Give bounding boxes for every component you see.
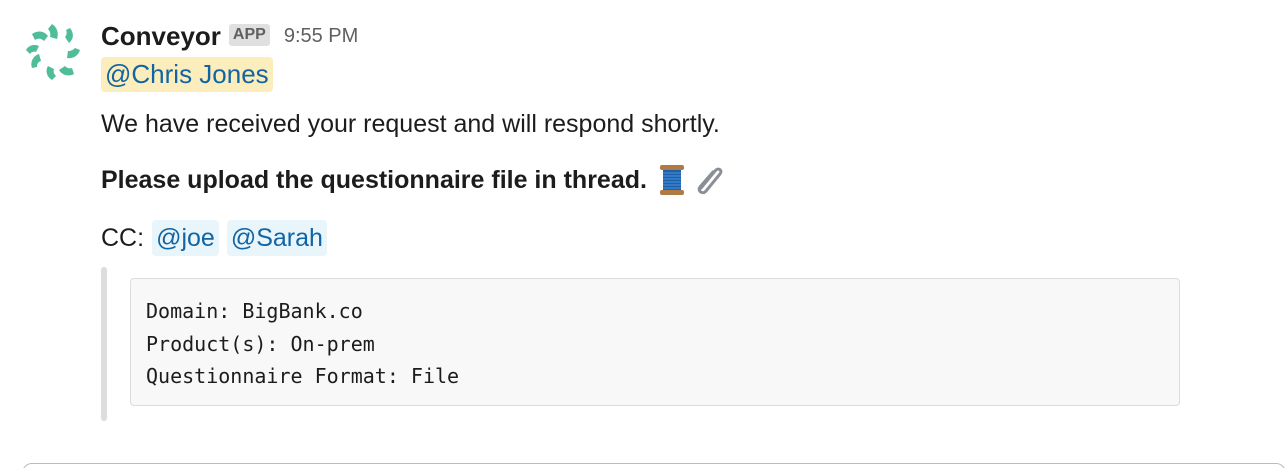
message-content: Conveyor APP 9:55 PM @Chris Jones We hav… xyxy=(101,16,1251,421)
message-text-received: We have received your request and will r… xyxy=(101,110,720,138)
mention-sarah[interactable]: @Sarah xyxy=(226,220,327,256)
cc-line: CC: @joe @Sarah xyxy=(101,220,1251,256)
message-timestamp[interactable]: 9:55 PM xyxy=(284,25,358,48)
code-line-products: Product(s): On-prem xyxy=(146,331,375,356)
code-line-domain: Domain: BigBank.co xyxy=(146,299,363,323)
mention-joe[interactable]: @joe xyxy=(152,220,219,256)
conveyor-logo-avatar[interactable] xyxy=(22,20,88,86)
message-composer[interactable] xyxy=(22,463,1286,468)
spool-of-thread-icon xyxy=(659,165,684,195)
paperclip-icon xyxy=(697,167,723,195)
cc-label: CC: xyxy=(101,224,145,252)
attachment-bar xyxy=(101,267,107,421)
mention-chris-jones[interactable]: @Chris Jones xyxy=(101,57,273,92)
message-text-upload: Please upload the questionnaire file in … xyxy=(101,162,1251,198)
mention-line: @Chris Jones xyxy=(101,57,1251,92)
sender-name[interactable]: Conveyor xyxy=(101,21,221,52)
upload-instruction-text: Please upload the questionnaire file in … xyxy=(101,166,647,194)
code-block: Domain: BigBank.co Product(s): On-prem Q… xyxy=(130,278,1180,406)
app-badge: APP xyxy=(228,24,270,46)
code-line-format: Questionnaire Format: File xyxy=(146,364,460,388)
message: Conveyor APP 9:55 PM @Chris Jones We hav… xyxy=(0,0,1286,468)
message-attachment: Domain: BigBank.co Product(s): On-prem Q… xyxy=(101,267,1185,421)
message-header: Conveyor APP 9:55 PM xyxy=(101,16,1251,56)
